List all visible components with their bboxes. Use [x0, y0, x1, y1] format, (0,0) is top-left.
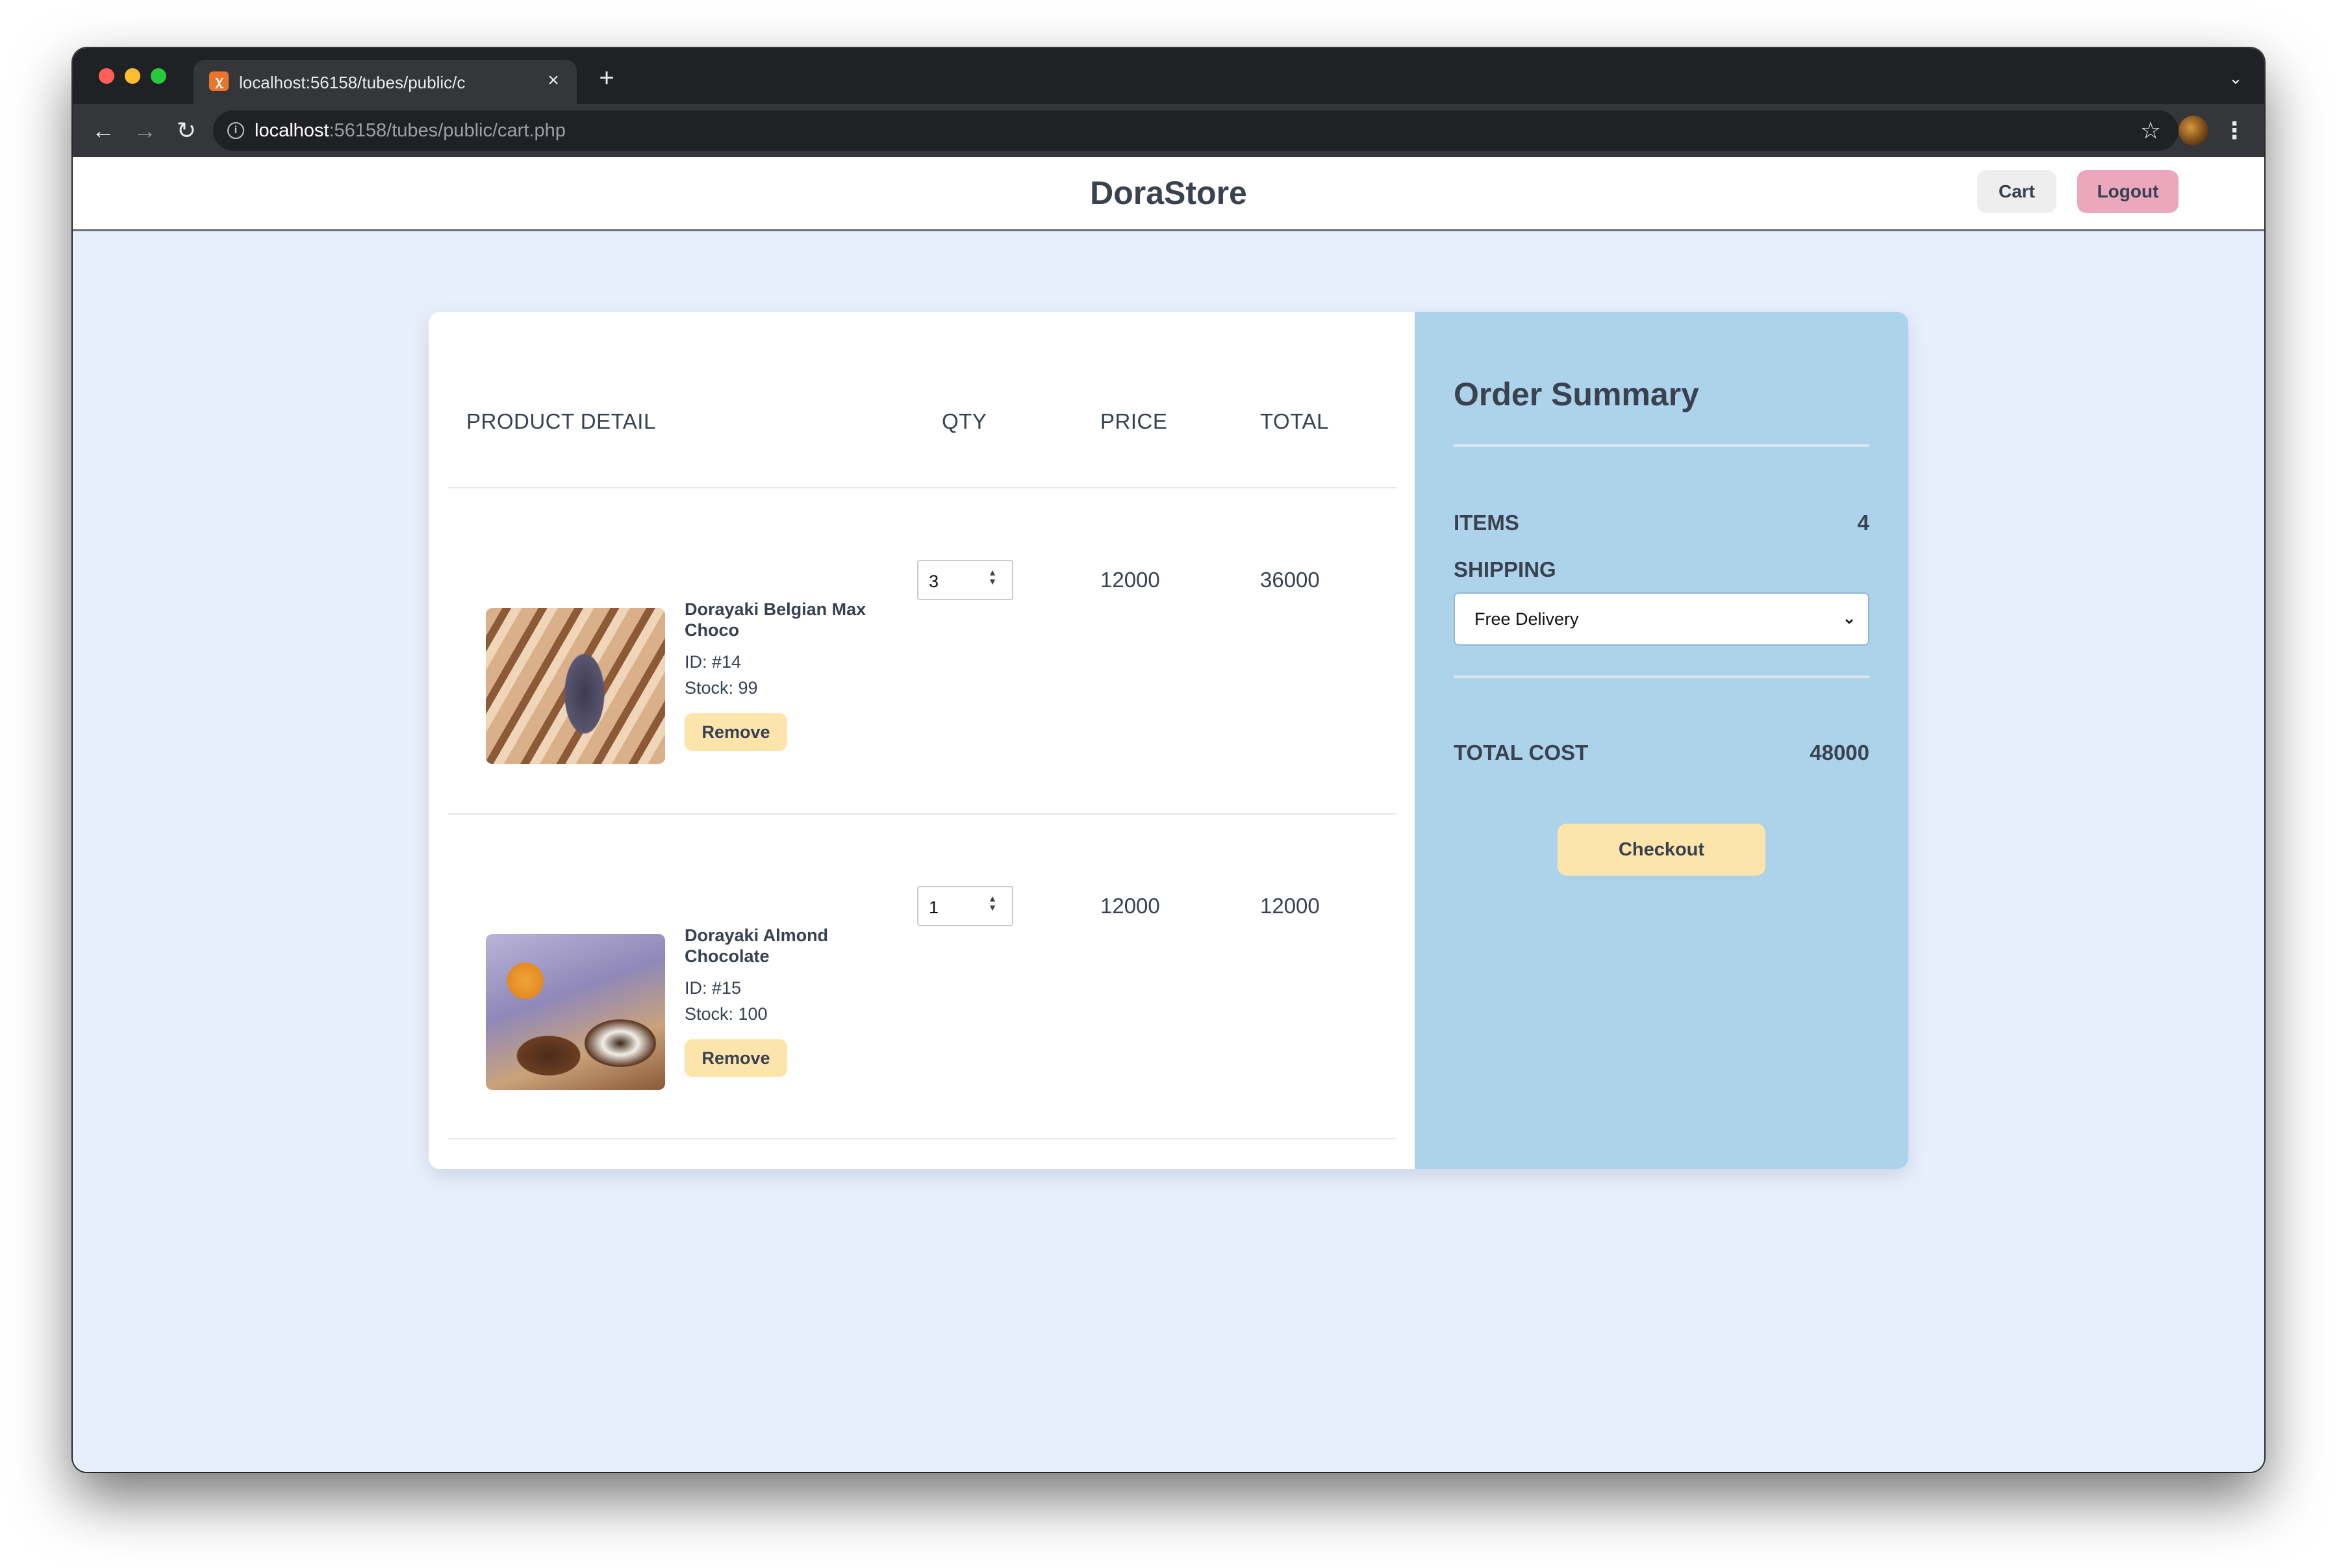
product-id: ID: #14	[685, 652, 742, 672]
shipping-selected-value: Free Delivery	[1474, 609, 1579, 629]
title-bar: ꭓ localhost:56158/tubes/public/c × + ⌄	[73, 48, 2264, 104]
total-cell: 12000	[1260, 894, 1320, 918]
product-stock: Stock: 100	[685, 1004, 768, 1024]
reload-icon[interactable]: ↻	[170, 114, 203, 147]
price-cell: 12000	[1100, 894, 1160, 918]
cart-button[interactable]: Cart	[1977, 170, 2056, 213]
column-header-total: TOTAL	[1260, 409, 1329, 433]
price-cell: 12000	[1100, 568, 1160, 592]
product-stock: Stock: 99	[685, 678, 758, 698]
checkout-button[interactable]: Checkout	[1558, 824, 1765, 876]
shipping-select[interactable]: Free Delivery ⌄	[1454, 592, 1869, 646]
profile-avatar[interactable]	[2179, 116, 2208, 145]
total-cost-label: TOTAL COST	[1454, 740, 1589, 765]
product-id: ID: #15	[685, 978, 742, 998]
new-tab-button[interactable]: +	[592, 64, 621, 92]
xampp-favicon-icon: ꭓ	[209, 71, 229, 91]
tab-title: localhost:56158/tubes/public/c	[239, 73, 466, 92]
product-name: Dorayaki Almond Chocolate	[685, 926, 829, 966]
browser-tab[interactable]: ꭓ localhost:56158/tubes/public/c ×	[194, 60, 577, 104]
cart-card: PRODUCT DETAIL QTY PRICE TOTAL Dorayaki …	[429, 312, 1908, 1169]
site-header: DoraStore Cart Logout	[73, 157, 2264, 231]
tab-search-chevron-icon[interactable]: ⌄	[2224, 66, 2247, 90]
browser-toolbar: ← → ↻ i localhost:56158/tubes/public/car…	[73, 104, 2264, 157]
items-label: ITEMS	[1454, 511, 1519, 535]
order-summary-title: Order Summary	[1454, 376, 1699, 412]
chevron-down-icon: ⌄	[1842, 608, 1856, 627]
row-divider	[448, 1138, 1396, 1139]
close-window-button[interactable]	[99, 68, 114, 84]
browser-window: ꭓ localhost:56158/tubes/public/c × + ⌄ ←…	[73, 48, 2264, 1472]
forward-arrow-icon[interactable]: →	[129, 114, 161, 147]
spinner-arrows-icon[interactable]: ▲ ▼	[986, 894, 999, 918]
total-cell: 36000	[1260, 568, 1320, 592]
summary-divider	[1454, 676, 1869, 678]
total-cost-value: 48000	[1810, 740, 1869, 765]
quantity-stepper[interactable]: 3 ▲ ▼	[917, 560, 1013, 600]
cart-row: Dorayaki Almond Chocolate ID: #15 Stock:…	[429, 815, 1415, 1139]
bookmark-star-icon[interactable]: ☆	[2137, 117, 2164, 144]
column-header-qty: QTY	[942, 409, 987, 433]
cart-table: PRODUCT DETAIL QTY PRICE TOTAL Dorayaki …	[429, 312, 1415, 1169]
quantity-value: 3	[929, 572, 939, 591]
back-arrow-icon[interactable]: ←	[87, 114, 120, 147]
brand-title: DoraStore	[1090, 175, 1247, 211]
quantity-value: 1	[929, 898, 939, 917]
close-tab-icon[interactable]: ×	[542, 69, 565, 92]
remove-button[interactable]: Remove	[685, 1039, 787, 1077]
url-text[interactable]: localhost:56158/tubes/public/cart.php	[255, 120, 566, 142]
items-count: 4	[1857, 511, 1869, 535]
column-header-price: PRICE	[1100, 409, 1168, 433]
remove-button[interactable]: Remove	[685, 713, 787, 751]
shipping-label: SHIPPING	[1454, 557, 1556, 581]
quantity-stepper[interactable]: 1 ▲ ▼	[917, 886, 1013, 926]
spinner-arrows-icon[interactable]: ▲ ▼	[986, 568, 999, 592]
kebab-menu-icon[interactable]: ⋮	[2221, 114, 2247, 147]
info-icon[interactable]: i	[227, 122, 244, 139]
maximize-window-button[interactable]	[151, 68, 166, 84]
address-bar[interactable]: i localhost:56158/tubes/public/cart.php …	[213, 110, 2179, 151]
logout-button[interactable]: Logout	[2077, 170, 2179, 213]
product-image	[486, 934, 665, 1090]
product-image	[486, 608, 665, 764]
summary-divider	[1454, 444, 1869, 447]
product-name: Dorayaki Belgian Max Choco	[685, 600, 866, 640]
page-content: DoraStore Cart Logout PRODUCT DETAIL QTY…	[73, 157, 2264, 1472]
column-header-product-detail: PRODUCT DETAIL	[466, 409, 656, 433]
minimize-window-button[interactable]	[125, 68, 140, 84]
cart-row: Dorayaki Belgian Max Choco ID: #14 Stock…	[429, 488, 1415, 813]
order-summary-panel: Order Summary ITEMS 4 SHIPPING Free Deli…	[1415, 312, 1908, 1169]
